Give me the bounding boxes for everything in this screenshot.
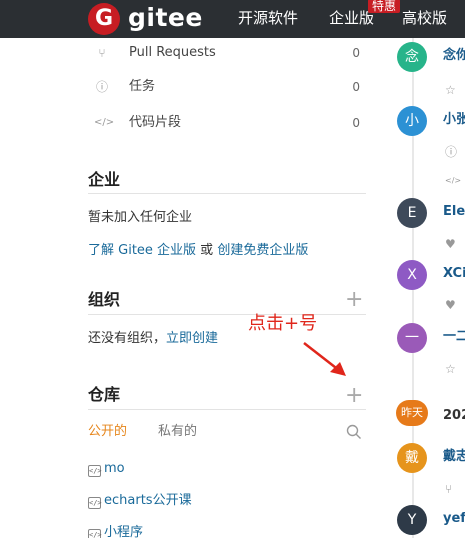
org-section-title: 组织 bbox=[88, 290, 121, 309]
avatar[interactable]: 一 bbox=[397, 323, 427, 353]
heart-icon: ♥ bbox=[445, 298, 456, 312]
divider bbox=[88, 193, 366, 194]
feed-user-name[interactable]: 小张 bbox=[443, 111, 465, 129]
issue-icon: ⓘ bbox=[95, 80, 108, 94]
enterprise-section-title: 企业 bbox=[88, 170, 121, 189]
divider bbox=[88, 314, 366, 315]
annotation-arrow-icon bbox=[303, 342, 346, 376]
menu-count: 0 bbox=[352, 46, 360, 60]
enterprise-empty-text: 暂未加入任何企业 bbox=[88, 210, 193, 225]
repo-name: mo bbox=[104, 461, 125, 476]
feed-user-name[interactable]: Eler bbox=[443, 203, 465, 221]
repos-section-title: 仓库 bbox=[88, 385, 121, 404]
brand-name[interactable]: gitee bbox=[128, 1, 203, 35]
repo-name: echarts公开课 bbox=[104, 493, 192, 508]
create-org-link[interactable]: 立即创建 bbox=[166, 331, 218, 346]
add-org-plus-icon[interactable]: + bbox=[345, 289, 363, 311]
repo-icon: </> bbox=[88, 529, 102, 538]
gitee-logo-icon[interactable]: G bbox=[88, 3, 120, 35]
menu-pull-requests[interactable]: ⑂ Pull Requests 0 bbox=[94, 42, 360, 64]
avatar[interactable]: X bbox=[397, 260, 427, 290]
create-enterprise-link[interactable]: 创建免费企业版 bbox=[217, 243, 308, 258]
top-navbar: G gitee 开源软件 企业版 高校版 特惠 bbox=[0, 0, 465, 38]
avatar[interactable]: Y bbox=[397, 505, 427, 535]
avatar[interactable]: 念 bbox=[397, 42, 427, 72]
info-icon: ⓘ bbox=[445, 145, 458, 159]
menu-count: 0 bbox=[352, 80, 360, 94]
star-icon: ☆ bbox=[445, 83, 456, 97]
or-text: 或 bbox=[196, 243, 218, 258]
menu-code-snippets[interactable]: </> 代码片段 0 bbox=[94, 112, 360, 134]
avatar[interactable]: 小 bbox=[397, 106, 427, 136]
nav-education[interactable]: 高校版 bbox=[402, 6, 447, 30]
tab-private[interactable]: 私有的 bbox=[158, 422, 197, 442]
feed-user-name[interactable]: yefa bbox=[443, 510, 465, 528]
heart-icon: ♥ bbox=[445, 237, 456, 251]
menu-label: Pull Requests bbox=[129, 45, 216, 60]
add-repo-plus-icon[interactable]: + bbox=[345, 385, 363, 407]
repo-item[interactable]: </> 小程序 bbox=[88, 524, 143, 538]
divider bbox=[88, 409, 366, 410]
menu-issues[interactable]: ⓘ 任务 0 bbox=[94, 76, 360, 98]
code-icon: </> bbox=[445, 176, 462, 185]
repo-icon: </> bbox=[88, 497, 102, 509]
promo-badge: 特惠 bbox=[368, 0, 401, 13]
day-date-text: 202 bbox=[443, 408, 465, 423]
star-icon: ☆ bbox=[445, 362, 456, 376]
menu-label: 代码片段 bbox=[129, 115, 182, 130]
feed-user-name[interactable]: XCi bbox=[443, 265, 465, 283]
feed-user-name[interactable]: 一二 bbox=[443, 328, 465, 346]
code-snippet-icon: </> bbox=[94, 117, 115, 128]
learn-enterprise-link[interactable]: 了解 Gitee 企业版 bbox=[88, 243, 196, 258]
menu-label: 任务 bbox=[129, 79, 156, 94]
feed-user-name[interactable]: 戴志 bbox=[443, 448, 465, 466]
repo-item[interactable]: </> echarts公开课 bbox=[88, 492, 192, 510]
avatar[interactable]: E bbox=[397, 198, 427, 228]
annotation-text: 点击+号 bbox=[248, 313, 318, 334]
fork-icon: ⑂ bbox=[445, 482, 453, 496]
repo-item[interactable]: </> mo bbox=[88, 460, 125, 478]
feed-user-name[interactable]: 念你 bbox=[443, 47, 465, 65]
nav-open-source[interactable]: 开源软件 bbox=[238, 6, 298, 30]
menu-count: 0 bbox=[352, 116, 360, 130]
enterprise-links: 了解 Gitee 企业版 或 创建免费企业版 bbox=[88, 241, 308, 261]
search-icon[interactable] bbox=[346, 424, 362, 440]
tab-public[interactable]: 公开的 bbox=[88, 422, 127, 442]
day-badge: 昨天 bbox=[396, 400, 428, 426]
org-empty: 还没有组织，立即创建 bbox=[88, 329, 218, 349]
org-empty-text: 还没有组织， bbox=[88, 331, 167, 346]
pull-request-icon: ⑂ bbox=[98, 46, 106, 60]
avatar[interactable]: 戴 bbox=[397, 443, 427, 473]
repo-icon: </> bbox=[88, 465, 102, 477]
repo-name: 小程序 bbox=[104, 525, 144, 538]
